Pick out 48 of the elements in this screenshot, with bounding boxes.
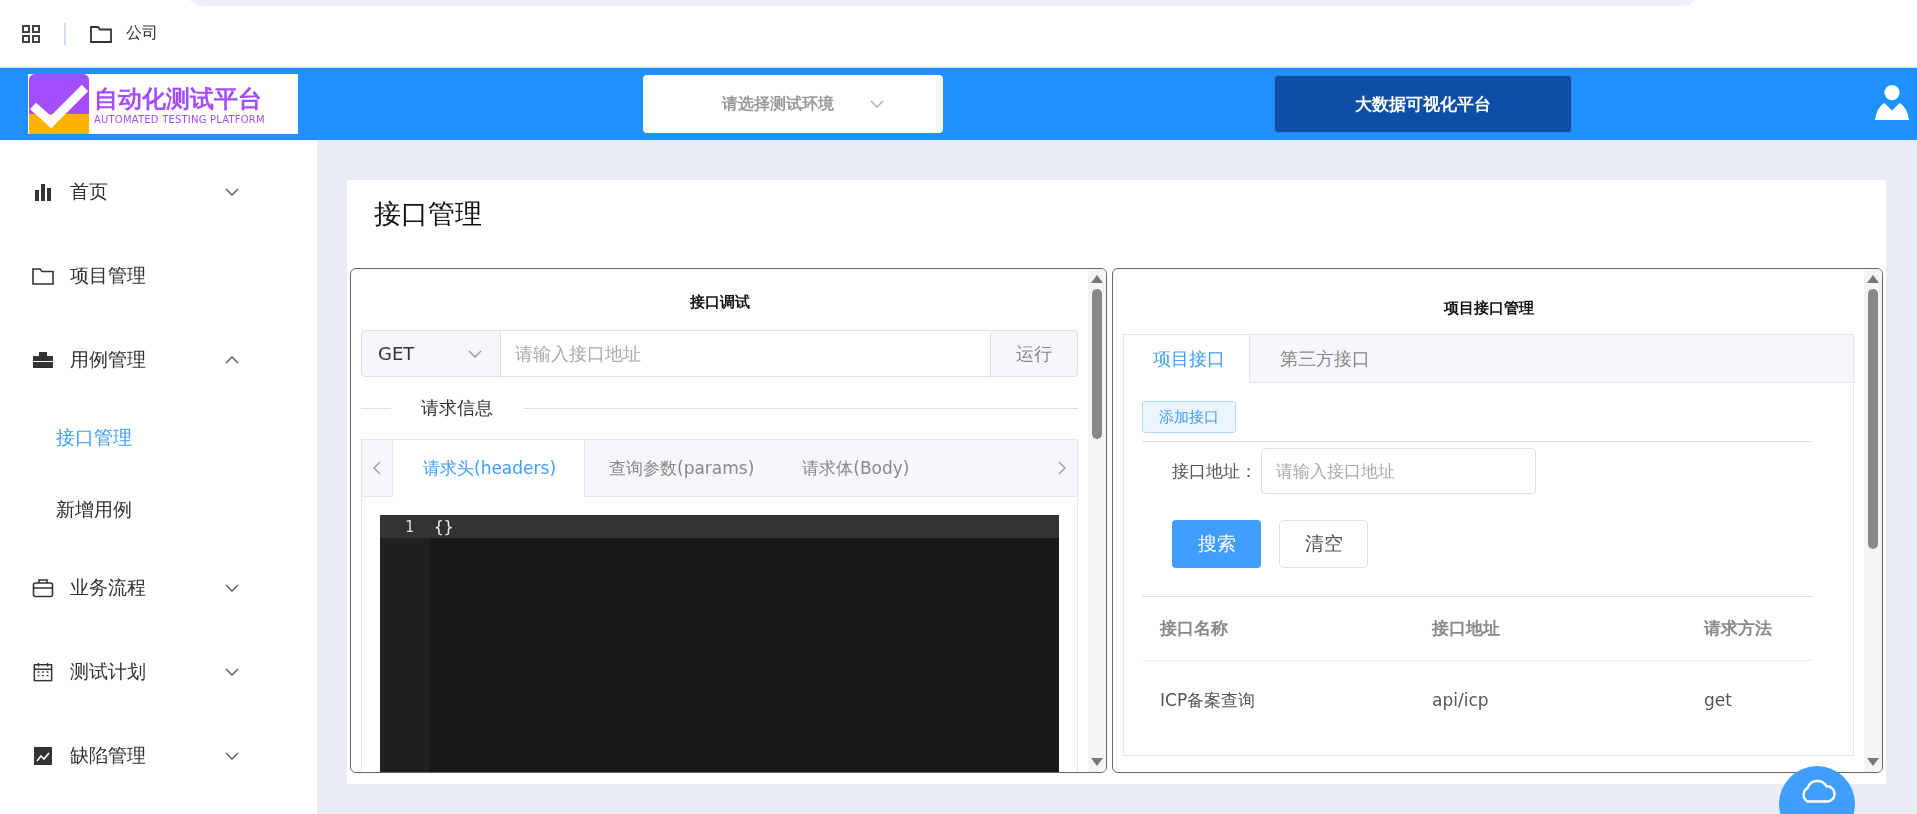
menu-item[interactable]: 首页: [0, 150, 317, 234]
menu-item[interactable]: 用例管理: [0, 318, 317, 402]
clear-button[interactable]: 清空: [1279, 520, 1368, 568]
scroll-down-icon[interactable]: [1091, 758, 1103, 766]
calendar-icon: [32, 662, 54, 682]
scrollbar-thumb[interactable]: [1092, 289, 1102, 439]
dashboard-button[interactable]: 大数据可视化平台: [1274, 75, 1572, 133]
chevron-left-icon: [373, 461, 381, 475]
breadcrumb[interactable]: 公司: [126, 23, 158, 44]
field-label: 接口地址：: [1172, 459, 1257, 483]
briefcase-icon: [32, 578, 54, 598]
logo-subtitle: AUTOMATED TESTING PLATFORM: [94, 113, 265, 125]
table-cell-text: get: [1704, 690, 1733, 710]
table-cell-text: ICP备案查询: [1160, 688, 1257, 712]
url-field[interactable]: 请输入接口地址: [501, 330, 990, 377]
folder-icon: [90, 24, 112, 43]
section-title: 请求信息: [420, 396, 494, 420]
line-chart-icon: [32, 746, 54, 766]
folder-icon: [32, 266, 54, 286]
api-address-field[interactable]: 请输入接口地址: [1261, 448, 1536, 494]
scrollbar-thumb[interactable]: [1868, 289, 1878, 549]
chevron-down-icon: [870, 100, 884, 108]
panel-title: 项目接口管理: [1442, 298, 1535, 319]
chevron-down-icon: [468, 349, 482, 358]
scroll-down-icon[interactable]: [1867, 758, 1879, 766]
logo-title: 自动化测试平台: [94, 83, 263, 114]
scroll-up-icon[interactable]: [1867, 275, 1879, 283]
column-header: 接口名称: [1160, 617, 1229, 640]
grid-icon[interactable]: [22, 24, 40, 43]
submenu-item[interactable]: 新增用例: [0, 474, 317, 546]
code-editor[interactable]: 1 {}: [380, 515, 1059, 772]
menu-item[interactable]: 项目管理: [0, 234, 317, 318]
line-number: 1: [404, 517, 414, 536]
column-header: 请求方法: [1704, 617, 1773, 640]
method-select[interactable]: GET: [361, 330, 501, 377]
chevron-right-icon: [1058, 461, 1066, 475]
bar-chart-icon: [32, 182, 54, 202]
menu-item[interactable]: 缺陷管理: [0, 714, 317, 798]
menu-item[interactable]: 业务流程: [0, 546, 317, 630]
toolbox-icon: [32, 350, 54, 370]
user-avatar-icon[interactable]: [1873, 84, 1911, 122]
column-header: 接口地址: [1432, 617, 1501, 640]
scroll-up-icon[interactable]: [1091, 275, 1103, 283]
code-line: {}: [434, 517, 454, 536]
menu-item[interactable]: 测试计划: [0, 630, 317, 714]
table-cell-text: api/icp: [1432, 690, 1490, 710]
page-title: 接口管理: [373, 197, 483, 231]
panel-title: 接口调试: [688, 292, 751, 313]
